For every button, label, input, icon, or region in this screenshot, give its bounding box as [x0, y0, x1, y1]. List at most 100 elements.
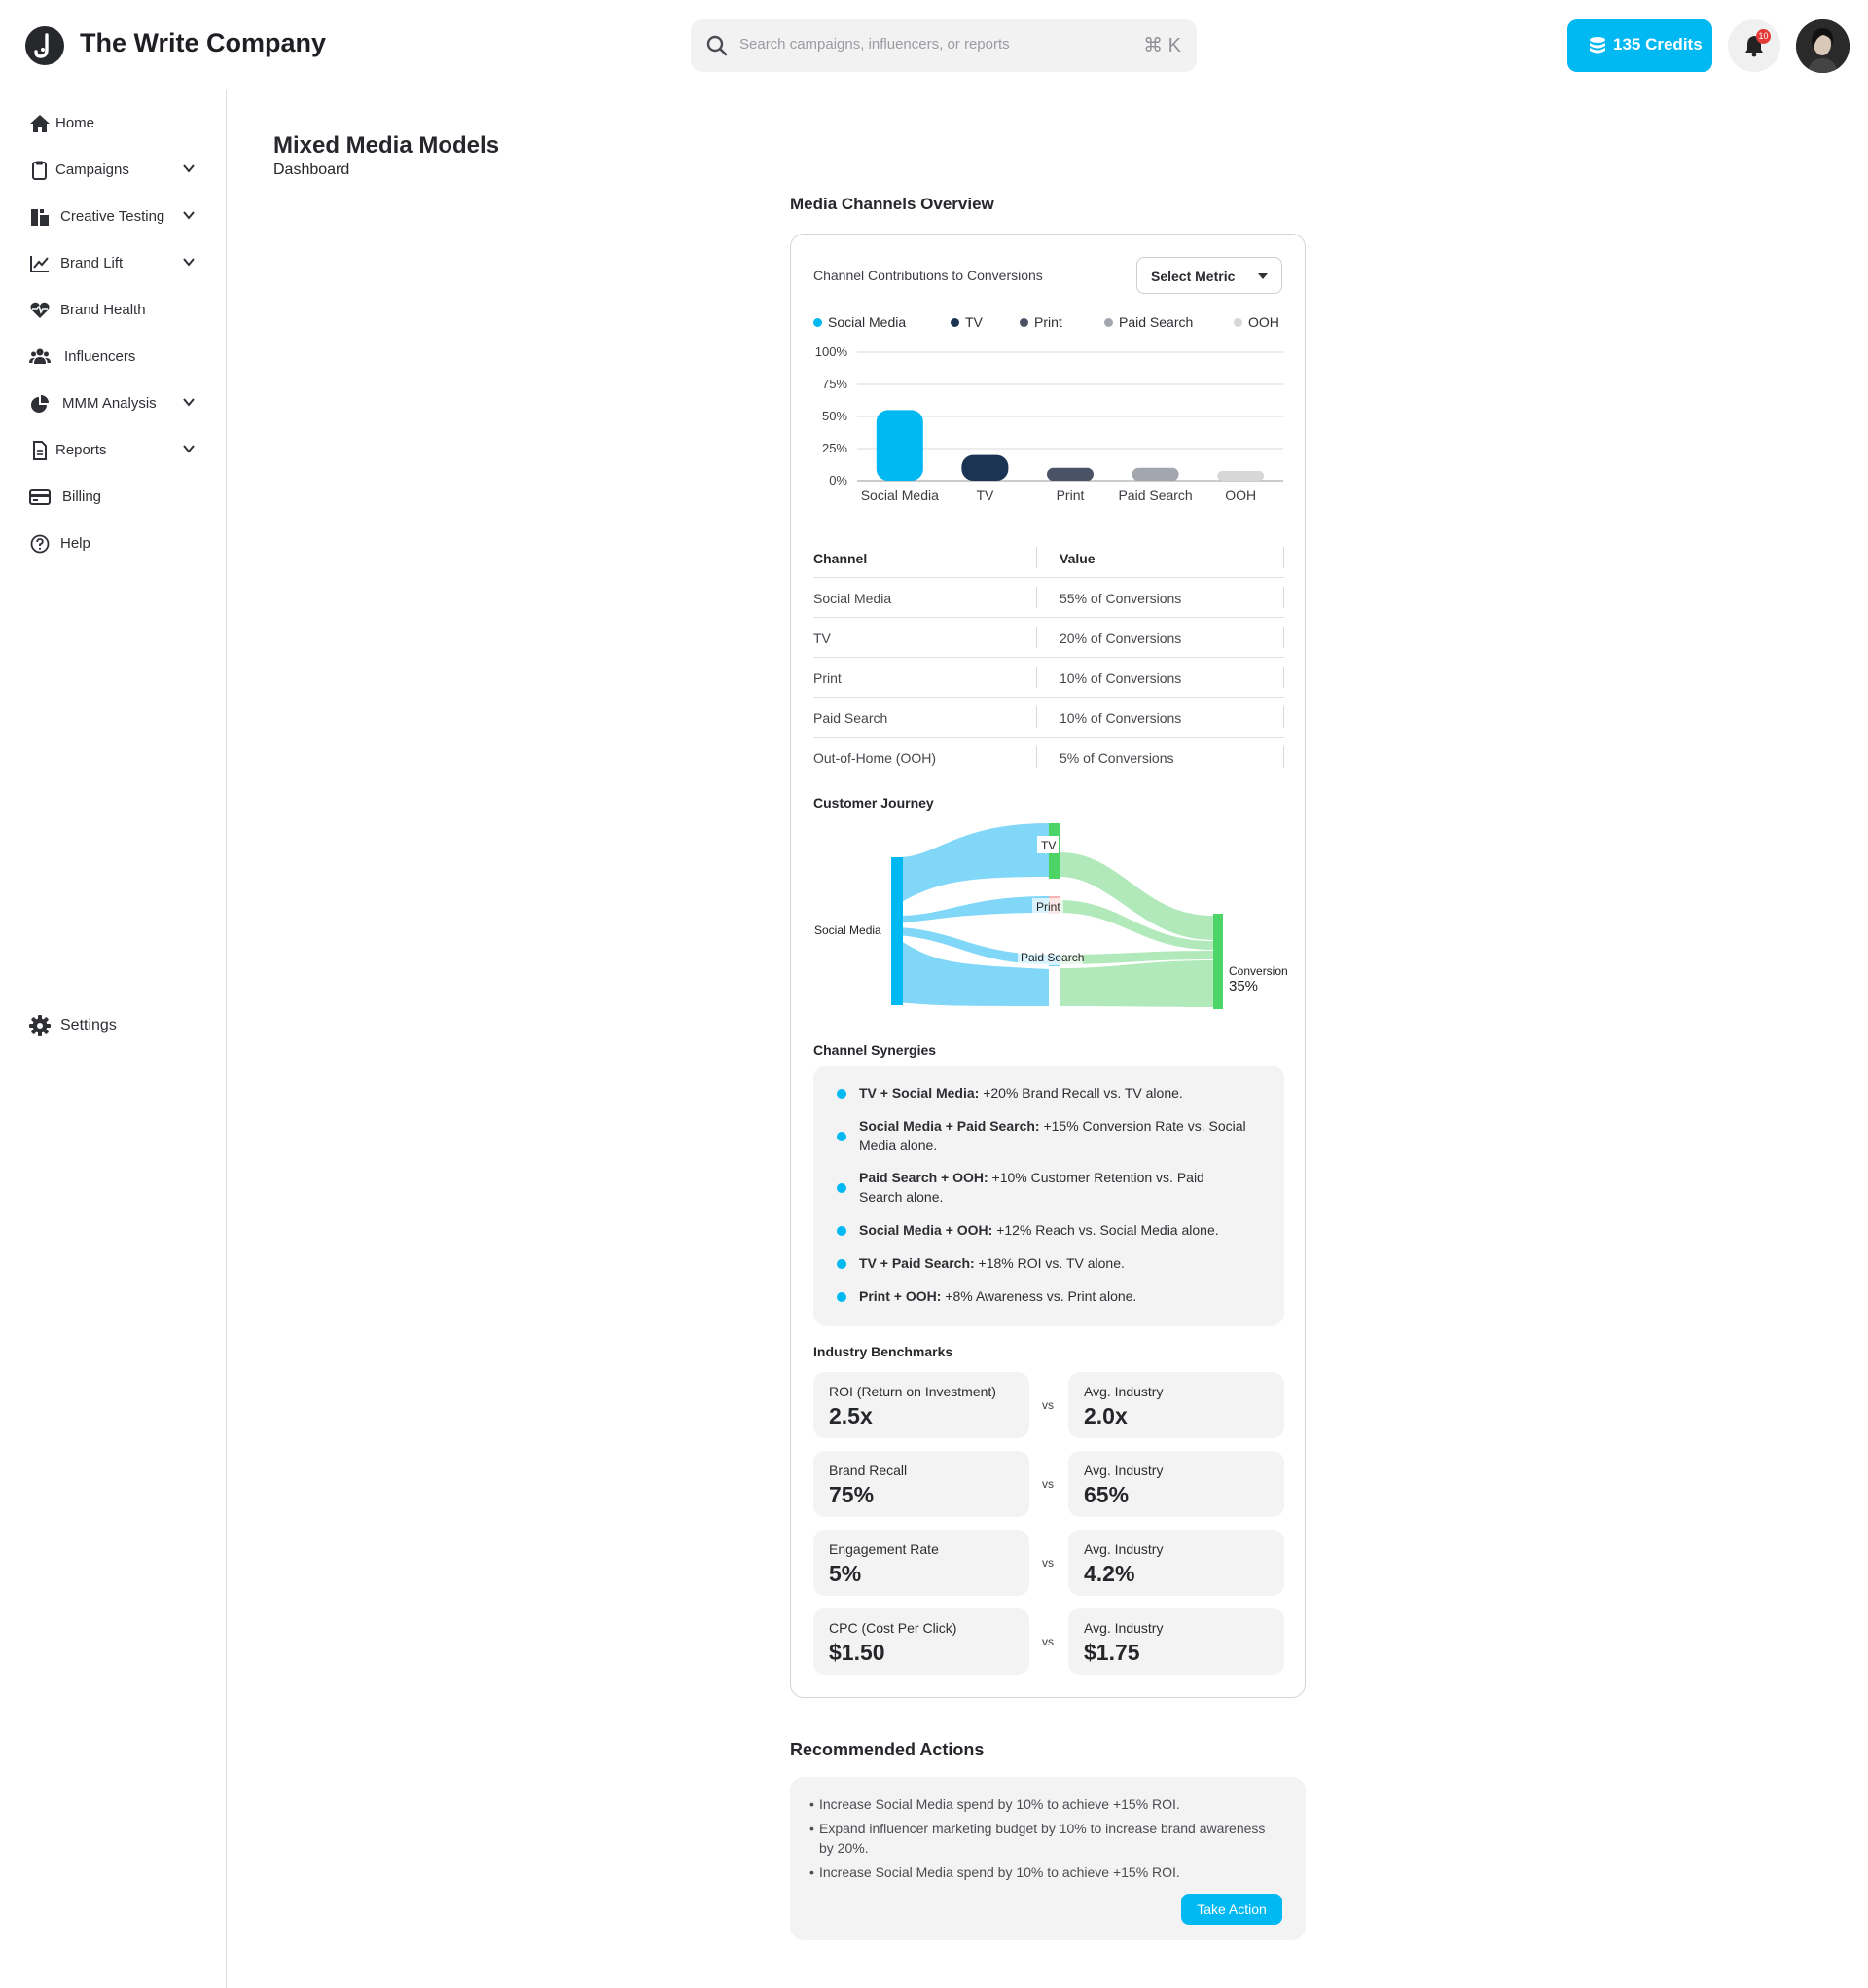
credit-card-icon [29, 489, 51, 505]
sidebar-item-reports[interactable]: Reports [0, 432, 226, 467]
vs-label: vs [1042, 1477, 1054, 1491]
chevron-down-icon[interactable] [182, 255, 196, 269]
bullet-dot [837, 1292, 846, 1302]
sidebar-item-help[interactable]: Help [0, 525, 226, 560]
sidebar-item-home[interactable]: Home [0, 105, 226, 140]
sankey-conversion-value: 35% [1229, 978, 1258, 994]
chevron-down-icon[interactable] [182, 162, 196, 175]
settings-label: Settings [60, 1017, 117, 1033]
notification-badge: 10 [1756, 29, 1771, 44]
help-circle-icon [30, 534, 50, 554]
chevron-down-icon[interactable] [182, 208, 196, 222]
legend-dot [813, 318, 822, 327]
bullet-dot [837, 1226, 846, 1236]
sidebar-item-creative-testing[interactable]: Creative Testing [0, 199, 226, 234]
bullet-dot [837, 1089, 846, 1099]
table-cell: Print [813, 670, 842, 686]
x-tick-label: Social Media [861, 488, 939, 503]
search-bar[interactable]: Search campaigns, influencers, or report… [691, 19, 1197, 72]
legend-dot [1020, 318, 1028, 327]
sankey-link [898, 896, 1049, 923]
industry-benchmark-card: Avg. Industry 65% [1068, 1451, 1284, 1517]
sidebar-item-label: Brand Health [60, 302, 146, 318]
chevron-down-icon[interactable] [182, 395, 196, 409]
company-logo[interactable] [25, 26, 64, 65]
synergies-list: TV + Social Media: +20% Brand Recall vs.… [813, 1066, 1284, 1326]
line-chart-icon [30, 256, 49, 272]
creative-testing-icon [31, 209, 49, 226]
y-tick-label: 25% [822, 441, 847, 455]
sidebar-item-settings[interactable]: Settings [0, 1005, 226, 1044]
sidebar-item-brand-lift[interactable]: Brand Lift [0, 245, 226, 280]
sankey-label-conversion: Conversion [1229, 964, 1288, 978]
bar-social-media [876, 410, 923, 481]
take-action-button[interactable]: Take Action [1181, 1894, 1282, 1925]
bar-print [1047, 467, 1094, 481]
document-icon [33, 441, 47, 460]
industry-benchmark-card: Avg. Industry $1.75 [1068, 1608, 1284, 1675]
sidebar-item-label: Reports [55, 442, 107, 458]
search-placeholder: Search campaigns, influencers, or report… [739, 36, 1010, 53]
table-cell: Out-of-Home (OOH) [813, 750, 937, 766]
x-tick-label: OOH [1225, 488, 1256, 503]
user-avatar[interactable] [1796, 19, 1850, 73]
media-channels-card: Channel Contributions to Conversions Sel… [790, 234, 1306, 1698]
sidebar-item-label: Brand Lift [60, 255, 124, 271]
benchmark-card: CPC (Cost Per Click) $1.50 [813, 1608, 1029, 1675]
recommended-actions-box: • Increase Social Media spend by 10% to a… [790, 1777, 1306, 1940]
sidebar-item-label: Billing [62, 488, 102, 505]
sidebar-item-billing[interactable]: Billing [0, 479, 226, 514]
sidebar-item-label: Influencers [64, 348, 136, 365]
channel-table: Channel Value Social Media 55% of Conver… [813, 538, 1284, 777]
sankey-label-print: Print [1036, 900, 1060, 914]
x-tick-label: Paid Search [1118, 488, 1192, 503]
table-cell: TV [813, 631, 831, 646]
customer-journey-title: Customer Journey [813, 795, 934, 811]
benchmark-card: Brand Recall 75% [813, 1451, 1029, 1517]
sidebar-item-brand-health[interactable]: Brand Health [0, 292, 226, 327]
legend-dot [1234, 318, 1242, 327]
sankey-node-social-media [891, 857, 903, 1005]
chevron-down-icon[interactable] [182, 442, 196, 455]
sidebar-item-label: MMM Analysis [62, 395, 157, 412]
clipboard-icon [32, 161, 47, 180]
sankey-node-conversion [1213, 914, 1223, 1009]
bar-tv [961, 454, 1009, 481]
sankey-link [898, 823, 1049, 904]
metric-select[interactable]: Select Metric [1136, 257, 1282, 294]
pie-chart-icon [31, 395, 49, 413]
y-tick-label: 50% [822, 409, 847, 423]
industry-benchmarks-title: Industry Benchmarks [813, 1344, 953, 1359]
x-tick-label: Print [1057, 488, 1085, 503]
bar-chart: 0% 25% 50% 75% 100% Social Media TV Print Paid S… [815, 344, 1283, 503]
caret-down-icon [1258, 273, 1268, 279]
list-item: • Increase Social Media spend by 10% to a… [809, 1796, 1180, 1812]
table-cell: Paid Search [813, 710, 888, 726]
credits-label: 135 Credits [1613, 35, 1703, 54]
bullet-dot [837, 1132, 846, 1141]
credits-button[interactable]: 135 Credits [1567, 19, 1712, 72]
legend-dot [951, 318, 959, 327]
heart-pulse-icon [30, 302, 50, 318]
sidebar: Home Campaigns Creative Testing Brand Li… [0, 90, 227, 1988]
top-bar: The Write Company Search campaigns, infl… [0, 0, 1868, 90]
vs-label: vs [1042, 1556, 1054, 1570]
sidebar-item-mmm-analysis[interactable]: MMM Analysis [0, 385, 226, 420]
industry-benchmark-card: Avg. Industry 4.2% [1068, 1530, 1284, 1596]
sidebar-item-label: Campaigns [55, 162, 129, 178]
page-title: Mixed Media Models [273, 132, 500, 159]
coins-icon [1590, 37, 1605, 54]
sankey-link [1060, 960, 1213, 1007]
home-icon [30, 115, 50, 132]
table-row: Paid Search 10% of Conversions [813, 698, 1284, 738]
users-icon [29, 348, 51, 364]
table-cell: 5% of Conversions [1060, 750, 1174, 766]
page-subtitle: Dashboard [273, 162, 350, 178]
table-cell: 20% of Conversions [1060, 631, 1182, 646]
sidebar-item-influencers[interactable]: Influencers [0, 339, 226, 374]
legend-dot [1104, 318, 1113, 327]
sidebar-item-campaigns[interactable]: Campaigns [0, 152, 226, 187]
bar-ooh [1217, 471, 1265, 481]
notifications-button[interactable]: 10 [1728, 19, 1780, 72]
table-cell: 10% of Conversions [1060, 670, 1182, 686]
